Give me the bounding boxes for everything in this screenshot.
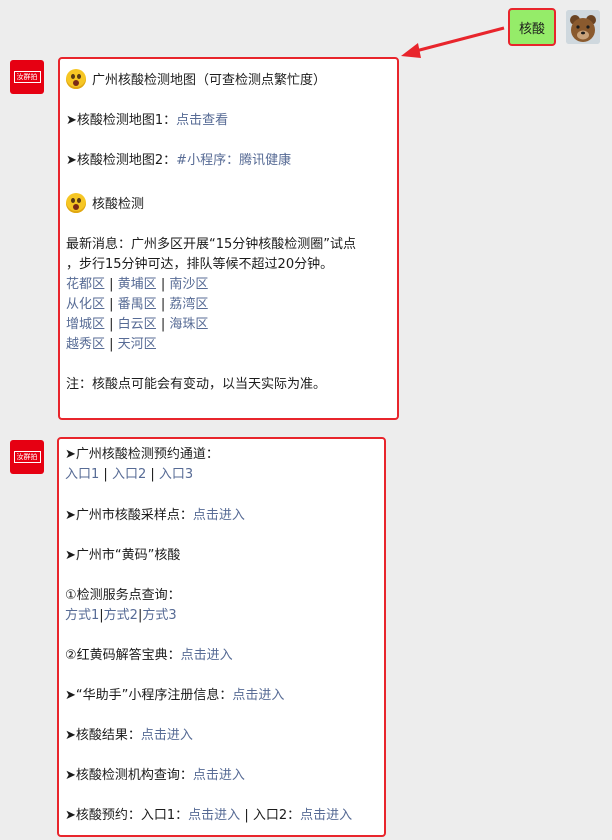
sender-avatar[interactable]: 汝群拍: [10, 60, 44, 94]
map2-link[interactable]: #小程序：腾讯健康: [176, 153, 291, 168]
redyellow-label: ②红黄码解答宝典：: [65, 648, 181, 663]
district-row-4: 越秀区 | 天河区: [66, 337, 157, 352]
district-link[interactable]: 番禺区: [118, 297, 157, 312]
yellow-code-heading: ➤广州市“黄码”核酸: [65, 548, 181, 563]
result-line: ➤核酸结果：点击进入: [65, 727, 193, 745]
district-link[interactable]: 白云区: [118, 317, 157, 332]
method-link[interactable]: 方式3: [142, 608, 176, 623]
huazhushou-label: ➤“华助手”小程序注册信息：: [65, 688, 233, 703]
message-bubble-1: 广州核酸检测地图（可查检测点繁忙度） ➤核酸检测地图1：点击查看 ➤核酸检测地图…: [58, 57, 399, 420]
map-title-line: 广州核酸检测地图（可查检测点繁忙度）: [66, 69, 326, 90]
district-row-3: 增城区 | 白云区 | 海珠区: [66, 317, 209, 332]
map2-label: ➤核酸检测地图2：: [66, 153, 177, 168]
district-link[interactable]: 黄埔区: [118, 277, 157, 292]
sampling-line: ➤广州市核酸采样点：点击进入: [65, 507, 245, 525]
map1-link[interactable]: 点击查看: [176, 113, 228, 128]
district-link[interactable]: 从化区: [66, 297, 105, 312]
sender-avatar-label: 汝群拍: [13, 451, 41, 463]
district-link[interactable]: 天河区: [118, 337, 157, 352]
sender-avatar[interactable]: 汝群拍: [10, 440, 44, 474]
entry-link[interactable]: 入口3: [159, 467, 193, 482]
appointment-line: ➤核酸预约：入口1：点击进入 | 入口2：点击进入: [65, 807, 352, 825]
result-link[interactable]: 点击进入: [141, 728, 193, 743]
section-title-line: 核酸检测: [66, 193, 144, 214]
sampling-link[interactable]: 点击进入: [193, 508, 245, 523]
appointment-link-2[interactable]: 点击进入: [300, 808, 352, 823]
surprised-face-icon: [66, 193, 86, 213]
news-text-line2: ，步行15分钟可达，排队等候不超过20分钟。: [66, 257, 334, 272]
district-row-1: 花都区 | 黄埔区 | 南沙区: [66, 277, 209, 292]
method-link[interactable]: 方式2: [104, 608, 138, 623]
methods-line: 方式1|方式2|方式3: [65, 608, 177, 623]
sampling-label: ➤广州市核酸采样点：: [65, 508, 193, 523]
entry-link[interactable]: 入口1: [65, 467, 99, 482]
map2-line: ➤核酸检测地图2：#小程序：腾讯健康: [66, 152, 291, 170]
appointment-label: ➤核酸预约：入口1：: [65, 808, 189, 823]
redyellow-line: ②红黄码解答宝典：点击进入: [65, 647, 233, 665]
district-link[interactable]: 海珠区: [169, 317, 208, 332]
district-link[interactable]: 花都区: [66, 277, 105, 292]
district-link[interactable]: 越秀区: [66, 337, 105, 352]
district-link[interactable]: 南沙区: [169, 277, 208, 292]
institution-line: ➤核酸检测机构查询：点击进入: [65, 767, 245, 785]
result-label: ➤核酸结果：: [65, 728, 141, 743]
district-link[interactable]: 增城区: [66, 317, 105, 332]
huazhushou-line: ➤“华助手”小程序注册信息：点击进入: [65, 687, 284, 705]
service-query-label: ①检测服务点查询：: [65, 588, 181, 603]
map1-line: ➤核酸检测地图1：点击查看: [66, 112, 228, 130]
appointment-separator: | 入口2：: [240, 808, 301, 823]
note-text: 注：核酸点可能会有变动，以当天实际为准。: [66, 377, 327, 392]
institution-label: ➤核酸检测机构查询：: [65, 768, 193, 783]
booking-label: ➤广州核酸检测预约通道：: [65, 447, 219, 462]
huazhushou-link[interactable]: 点击进入: [232, 688, 284, 703]
appointment-link-1[interactable]: 点击进入: [188, 808, 240, 823]
booking-entries: 入口1 | 入口2 | 入口3: [65, 467, 194, 482]
sender-avatar-label: 汝群拍: [13, 71, 41, 83]
district-row-2: 从化区 | 番禺区 | 荔湾区: [66, 297, 209, 312]
map1-label: ➤核酸检测地图1：: [66, 113, 177, 128]
redyellow-link[interactable]: 点击进入: [181, 648, 233, 663]
section-title: 核酸检测: [92, 197, 145, 212]
map-title: 广州核酸检测地图（可查检测点繁忙度）: [92, 73, 327, 88]
news-text-line1: 最新消息：广州多区开展“15分钟核酸检测圈”试点: [66, 237, 357, 252]
method-link[interactable]: 方式1: [65, 608, 99, 623]
district-link[interactable]: 荔湾区: [169, 297, 208, 312]
institution-link[interactable]: 点击进入: [193, 768, 245, 783]
surprised-face-icon: [66, 69, 86, 89]
entry-link[interactable]: 入口2: [112, 467, 146, 482]
message-bubble-2: ➤广州核酸检测预约通道： 入口1 | 入口2 | 入口3 ➤广州市核酸采样点：点…: [57, 437, 386, 837]
